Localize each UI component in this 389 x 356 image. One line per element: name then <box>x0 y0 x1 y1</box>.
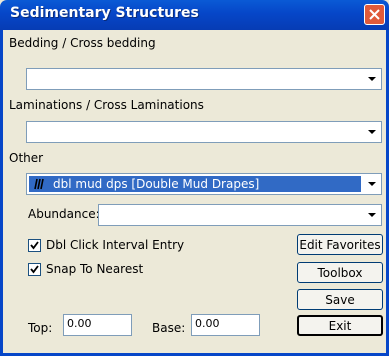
check-icon <box>30 241 39 250</box>
chevron-down-icon <box>367 76 376 81</box>
close-button[interactable] <box>364 4 385 25</box>
snap-to-nearest-label: Snap To Nearest <box>46 262 144 276</box>
bedding-dropdown-button[interactable] <box>363 70 380 88</box>
laminations-dropdown-button[interactable] <box>363 123 380 141</box>
chevron-down-icon <box>367 212 376 217</box>
close-icon <box>369 9 380 20</box>
other-dropdown-button[interactable] <box>363 175 380 193</box>
base-input[interactable]: 0.00 <box>191 314 260 336</box>
top-input[interactable]: 0.00 <box>63 314 132 336</box>
window-title: Sedimentary Structures <box>10 5 199 21</box>
toolbox-button[interactable]: Toolbox <box>297 262 383 283</box>
top-label: Top: <box>28 321 53 335</box>
other-value: dbl mud dps [Double Mud Drapes] <box>53 177 260 191</box>
bedding-label: Bedding / Cross bedding <box>9 36 156 50</box>
laminations-label: Laminations / Cross Laminations <box>9 98 204 112</box>
dbl-click-interval-label: Dbl Click Interval Entry <box>46 238 185 252</box>
other-label: Other <box>9 151 44 165</box>
abundance-select[interactable] <box>98 204 382 226</box>
base-label: Base: <box>152 321 186 335</box>
edit-favorites-button[interactable]: Edit Favorites <box>297 234 383 255</box>
snap-to-nearest-checkbox[interactable] <box>28 263 41 276</box>
abundance-label: Abundance: <box>28 207 100 221</box>
chevron-down-icon <box>367 181 376 186</box>
save-button[interactable]: Save <box>297 289 383 310</box>
chevron-down-icon <box>367 129 376 134</box>
sedimentary-structures-dialog: Sedimentary Structures Bedding / Cross b… <box>0 0 389 356</box>
laminations-select[interactable] <box>26 121 382 143</box>
dbl-click-interval-checkbox[interactable] <box>28 239 41 252</box>
check-icon <box>30 265 39 274</box>
other-select[interactable]: dbl mud dps [Double Mud Drapes] <box>26 173 382 195</box>
exit-button[interactable]: Exit <box>297 315 383 336</box>
abundance-dropdown-button[interactable] <box>363 206 380 224</box>
window-frame-left <box>0 30 3 356</box>
pattern-swatch-icon <box>33 178 47 190</box>
bedding-select[interactable] <box>26 68 382 90</box>
title-bar: Sedimentary Structures <box>0 0 389 30</box>
